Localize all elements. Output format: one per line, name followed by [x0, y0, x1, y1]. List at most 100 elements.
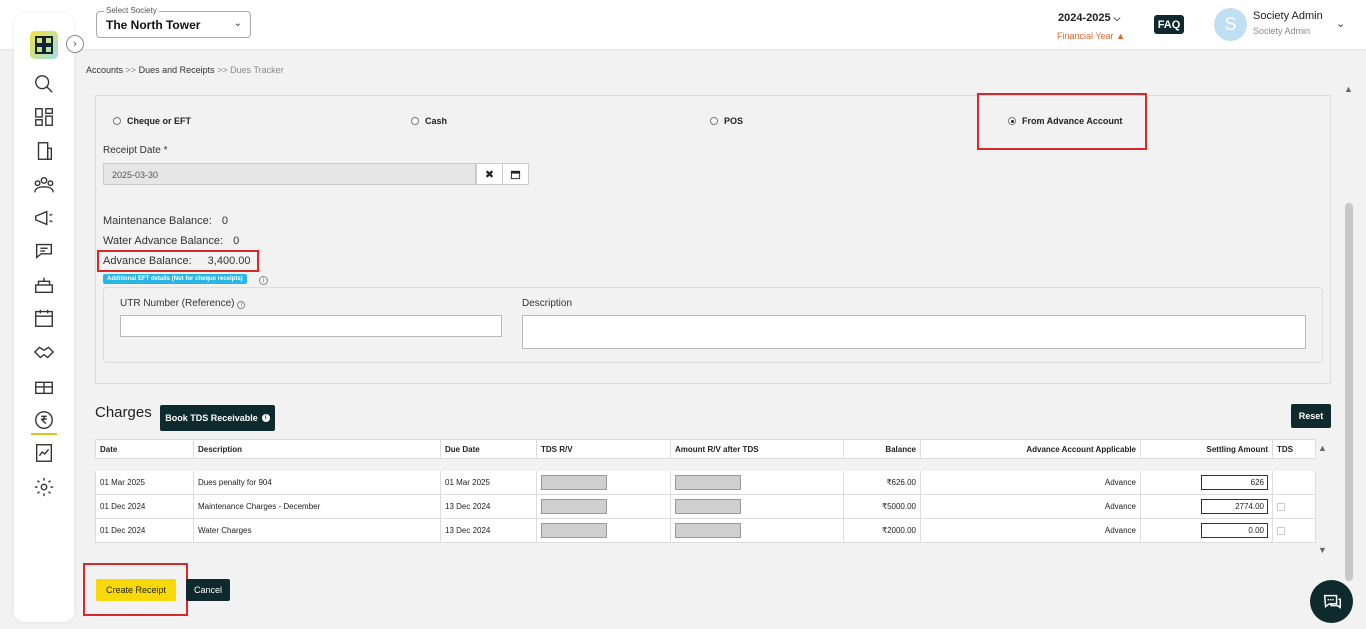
row-tds-rv: [536, 519, 670, 542]
reports-icon[interactable]: [31, 440, 57, 466]
amount-rv-input: [675, 499, 741, 514]
settling-amount-input[interactable]: 626: [1201, 475, 1268, 490]
row-amount-rv: [670, 519, 843, 542]
breadcrumb: Accounts >> Dues and Receipts >> Dues Tr…: [86, 65, 284, 75]
charges-title: Charges: [95, 404, 152, 421]
th-description: Description: [193, 440, 440, 458]
row-balance: ₹626.00: [843, 471, 920, 494]
row-balance: ₹2000.00: [843, 519, 920, 542]
settling-amount-input[interactable]: 2774.00: [1201, 499, 1268, 514]
row-due-date: 13 Dec 2024: [440, 495, 536, 518]
dashboard-icon[interactable]: [31, 104, 57, 130]
row-date: 01 Dec 2024: [100, 502, 146, 511]
highlight-advance-balance: [97, 250, 259, 272]
receipt-date-input[interactable]: 2025-03-30: [103, 163, 476, 185]
avatar[interactable]: S: [1214, 8, 1247, 41]
members-icon[interactable]: [31, 172, 57, 198]
info-icon: i: [261, 414, 270, 422]
faq-button[interactable]: FAQ: [1154, 15, 1184, 34]
radio-pos[interactable]: POS: [710, 116, 743, 126]
row-description: Water Charges: [193, 519, 440, 542]
chat-icon[interactable]: [31, 238, 57, 264]
rupee-icon[interactable]: [31, 407, 57, 433]
th-amount-rv: Amount R/V after TDS: [670, 440, 843, 458]
tds-checkbox[interactable]: [1277, 502, 1285, 511]
clear-date-icon[interactable]: ✖: [476, 163, 503, 185]
row-due-date: 13 Dec 2024: [440, 519, 536, 542]
warning-icon: ▲: [1116, 31, 1125, 41]
book-tds-receivable-button[interactable]: Book TDS Receivable i: [160, 405, 275, 431]
search-icon[interactable]: [31, 71, 57, 97]
settling-amount-input[interactable]: 0.00: [1201, 523, 1268, 538]
table-row: 01 Mar 2025 Dues penalty for 904 01 Mar …: [95, 471, 1316, 495]
highlight-create-receipt: [83, 563, 188, 616]
sidebar-toggle-icon[interactable]: ›: [66, 35, 84, 53]
scroll-up-icon[interactable]: ▲: [1344, 84, 1353, 94]
radio-cheque-eft[interactable]: Cheque or EFT: [113, 116, 191, 126]
reset-button[interactable]: Reset: [1291, 404, 1331, 428]
building-icon[interactable]: [31, 138, 57, 164]
chat-bubble-icon: [1323, 594, 1341, 609]
radio-dot[interactable]: [411, 117, 419, 125]
row-settling: 0.00: [1140, 519, 1272, 542]
society-select[interactable]: Select Society The North Tower ⌄: [96, 6, 251, 38]
row-description: Maintenance Charges - December: [193, 495, 440, 518]
th-balance: Balance: [843, 440, 920, 458]
row-description: Dues penalty for 904: [193, 471, 440, 494]
scroll-thumb[interactable]: [1345, 203, 1353, 581]
breadcrumb-dues-receipts[interactable]: Dues and Receipts: [139, 65, 215, 75]
utr-label: UTR Number (Reference) i: [120, 298, 246, 309]
top-header: Select Society The North Tower ⌄ 2024-20…: [0, 0, 1366, 49]
row-advance: Advance: [920, 471, 1140, 494]
maintenance-balance: Maintenance Balance: 0: [103, 215, 228, 227]
chevron-down-icon: ⌵: [1113, 13, 1121, 23]
row-amount-rv: [670, 495, 843, 518]
th-date: Date: [100, 444, 118, 454]
breadcrumb-current: Dues Tracker: [230, 65, 284, 75]
table-row: 01 Dec 2024 Water Charges 13 Dec 2024 ₹2…: [95, 519, 1316, 543]
cancel-button[interactable]: Cancel: [186, 579, 230, 601]
th-due-date: Due Date: [440, 440, 536, 458]
gift-icon[interactable]: [31, 373, 57, 399]
facility-icon[interactable]: [31, 272, 57, 298]
highlight-advance-option: [977, 93, 1147, 150]
user-menu-chevron-icon[interactable]: ⌄: [1336, 17, 1345, 30]
description-textarea[interactable]: [522, 315, 1306, 349]
table-scroll-up-icon[interactable]: ▲: [1318, 443, 1327, 453]
society-select-value: The North Tower: [106, 18, 201, 32]
receipt-date-label: Receipt Date *: [103, 145, 168, 156]
handshake-icon[interactable]: [31, 339, 57, 365]
water-advance-balance: Water Advance Balance: 0: [103, 235, 240, 247]
calendar-icon[interactable]: [31, 305, 57, 331]
row-settling: 626: [1140, 471, 1272, 494]
row-tds: [1272, 519, 1317, 542]
tds-rv-input: [541, 499, 607, 514]
radio-dot[interactable]: [113, 117, 121, 125]
chat-support-button[interactable]: [1310, 580, 1353, 623]
utr-number-input[interactable]: [120, 315, 502, 337]
radio-cash[interactable]: Cash: [411, 116, 447, 126]
th-tds: TDS: [1272, 440, 1317, 458]
financial-year-selector[interactable]: 2024-2025 ⌵: [1058, 12, 1121, 24]
calendar-picker-icon[interactable]: [502, 163, 529, 185]
amount-rv-input: [675, 475, 741, 490]
table-row: 01 Dec 2024 Maintenance Charges - Decemb…: [95, 495, 1316, 519]
row-tds-rv: [536, 471, 670, 494]
breadcrumb-accounts[interactable]: Accounts: [86, 65, 123, 75]
gear-icon[interactable]: [31, 474, 57, 500]
tds-checkbox[interactable]: [1277, 526, 1285, 535]
society-select-label: Select Society: [104, 6, 159, 15]
th-tds-rv: TDS R/V: [536, 440, 670, 458]
megaphone-icon[interactable]: [31, 205, 57, 231]
tds-rv-input: [541, 475, 607, 490]
info-icon[interactable]: i: [259, 276, 268, 285]
radio-dot[interactable]: [710, 117, 718, 125]
info-icon[interactable]: i: [237, 301, 246, 309]
table-scroll-down-icon[interactable]: ▼: [1318, 545, 1327, 555]
app-logo: [30, 31, 58, 59]
user-name: Society Admin: [1253, 10, 1323, 22]
financial-year-label: Financial Year ▲: [1057, 31, 1125, 41]
table-header: Date Description Due Date TDS R/V Amount…: [95, 439, 1316, 459]
th-settling-amount: Settling Amount: [1140, 440, 1272, 458]
amount-rv-input: [675, 523, 741, 538]
